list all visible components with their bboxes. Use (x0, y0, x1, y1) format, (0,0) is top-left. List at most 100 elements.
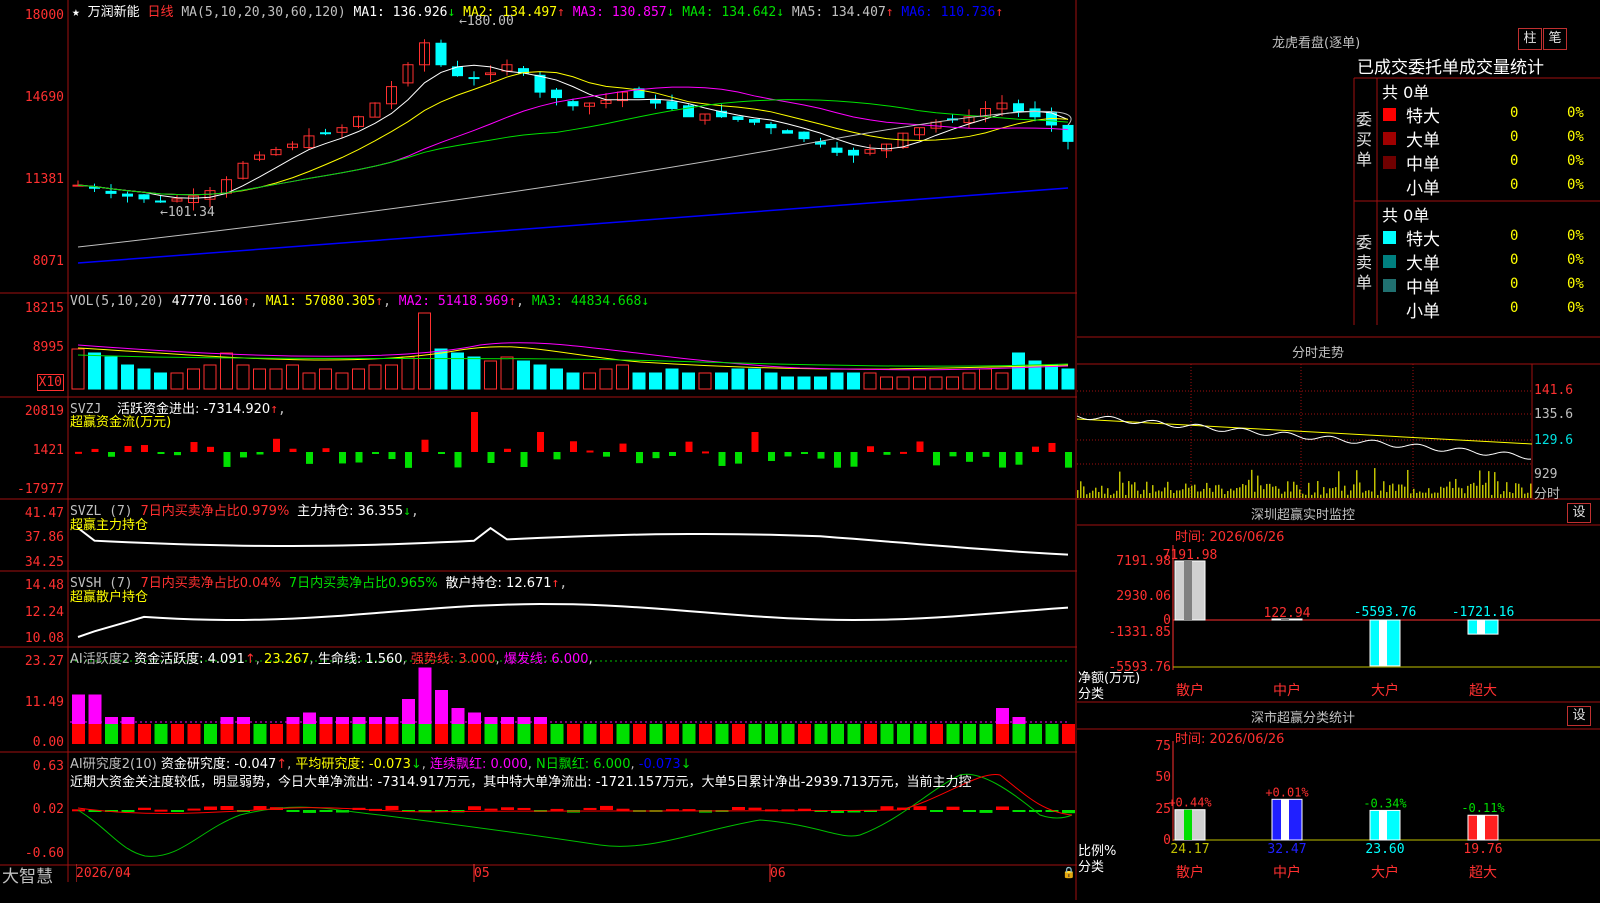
activity-bar (1045, 724, 1059, 744)
order-percent: 0% (1567, 129, 1584, 145)
intraday-vol-bar (1086, 494, 1088, 498)
legend-swatch (1383, 156, 1396, 169)
research-bar (583, 807, 597, 810)
intraday-vol-bar (1419, 491, 1421, 498)
activity-bar (270, 724, 283, 744)
fund-flow-bar (108, 452, 115, 457)
intraday-vol-bar (1338, 471, 1340, 498)
volume-bar (1061, 368, 1075, 390)
intraday-vol-bar (1131, 484, 1133, 498)
intraday-vol-bar (1119, 471, 1121, 498)
legend-swatch (1383, 132, 1396, 145)
class-y-tick: 75 (1155, 739, 1171, 754)
activity-bar-top (468, 712, 481, 724)
research-bar (204, 806, 217, 810)
sz-class-settings-button[interactable]: 设 (1567, 706, 1591, 726)
legend-swatch (1383, 108, 1396, 121)
fund-flow-bar (784, 452, 792, 457)
volume-bar (929, 376, 943, 390)
sz-class-chart: 7550250+0.44%24.17散户+0.01%32.47中户-0.34%2… (1155, 739, 1600, 881)
intraday-vol-bar (1422, 492, 1424, 498)
activity-bar-top (303, 712, 316, 724)
legend-swatch (1383, 303, 1396, 316)
volume-bar (385, 364, 398, 390)
activity-bar-top (220, 717, 234, 724)
stock-name[interactable]: 万润新能 (88, 5, 140, 20)
y-tick: 23.27 (24, 654, 64, 669)
class-y-tick: 50 (1155, 770, 1171, 785)
intraday-vol-bar (1359, 482, 1361, 498)
intraday-vol-bar (1296, 484, 1298, 498)
sell-total: 共 0单 (1382, 206, 1430, 225)
sz-class-axis-cat: 分类 (1078, 860, 1105, 875)
fund-flow-bar (1048, 442, 1056, 452)
monitor-value-label: 7191.98 (1163, 548, 1218, 563)
research-bar (501, 807, 514, 810)
intraday-vol-bar (1245, 485, 1247, 498)
intraday-vol-bar (1125, 494, 1127, 498)
y-tick: 34.25 (24, 555, 64, 570)
activity-bar (517, 724, 531, 744)
candle-body (732, 116, 744, 120)
intraday-vol-tick: 929 (1534, 467, 1558, 482)
intraday-vol-bar (1365, 490, 1367, 498)
intraday-vol-bar (1476, 485, 1478, 498)
intraday-vol-bar (1311, 494, 1313, 498)
order-count: 0 (1510, 252, 1519, 268)
y-tick: 12.24 (24, 605, 64, 620)
activity-bar (567, 724, 580, 744)
intraday-vol-bar (1494, 472, 1496, 498)
intraday-vol-bar (1512, 493, 1514, 498)
lock-icon[interactable]: 🔒 (1062, 866, 1076, 879)
order-percent: 0% (1567, 228, 1584, 244)
intraday-vol-bar (1320, 494, 1322, 498)
class-bar (1174, 809, 1206, 841)
volume-bar (302, 372, 316, 390)
class-bar (1369, 809, 1401, 841)
intraday-vol-bar (1317, 481, 1319, 498)
volume-bar (665, 368, 679, 390)
y-tick: 20819 (24, 404, 64, 419)
monitor-category-label: 散户 (1176, 682, 1204, 699)
ma-value-5: MA5: 134.407 (784, 5, 886, 20)
activity-bar-top (435, 690, 448, 724)
activity-bar (814, 724, 828, 744)
activity-bar-top (418, 667, 432, 724)
class-change-label: -0.34% (1363, 796, 1407, 810)
intraday-vol-bar (1323, 487, 1325, 498)
intraday-vol-bar (1278, 488, 1280, 498)
intraday-chart[interactable] (1077, 364, 1600, 499)
activity-bar (913, 724, 927, 744)
activity-bar (732, 724, 745, 744)
candle-body (534, 74, 546, 93)
volume-header: VOL(5,10,20) 47770.160↑, MA1: 57080.305↑… (70, 294, 650, 309)
brand-logo[interactable]: 大智慧 (2, 862, 53, 887)
intraday-vol-bar (1509, 492, 1511, 498)
monitor-bar (1369, 619, 1401, 667)
activity-bar-top (1012, 717, 1026, 724)
ai-research-header: AI研究度2(10) 资金研究度: -0.047↑, 平均研究度: -0.073… (70, 757, 692, 772)
activity-bar-top (451, 708, 465, 724)
intraday-vol-bar (1455, 478, 1457, 498)
volume-bar (121, 364, 134, 390)
y-tick: 0.02 (32, 802, 64, 817)
activity-bar (451, 724, 465, 744)
activity-bar-top (369, 717, 382, 724)
intraday-vol-bar (1128, 481, 1130, 498)
y-tick: 14.48 (24, 578, 64, 593)
period-label[interactable]: 日线 (148, 5, 174, 20)
candle-body (782, 130, 793, 134)
intraday-vol-bar (1224, 494, 1226, 498)
intraday-y-tick: 141.6 (1534, 383, 1574, 398)
candle-body (1029, 108, 1041, 118)
fund-flow-bar (405, 452, 412, 468)
intraday-vol-bar (1293, 481, 1295, 498)
sz-monitor-settings-button[interactable]: 设 (1567, 503, 1591, 523)
high-marker: ←180.00 (459, 14, 514, 29)
monitor-y-tick: -1331.85 (1108, 625, 1171, 640)
favorite-star-icon[interactable]: ★ (72, 5, 80, 20)
order-percent: 0% (1567, 300, 1584, 316)
intraday-vol-bar (1152, 485, 1154, 498)
candle-body (320, 132, 331, 135)
right-panel: 龙虎看盘(逐单) 柱 笔 已成交委托单成交量统计 委买单 委卖单 共 0单 共 … (1077, 0, 1600, 900)
